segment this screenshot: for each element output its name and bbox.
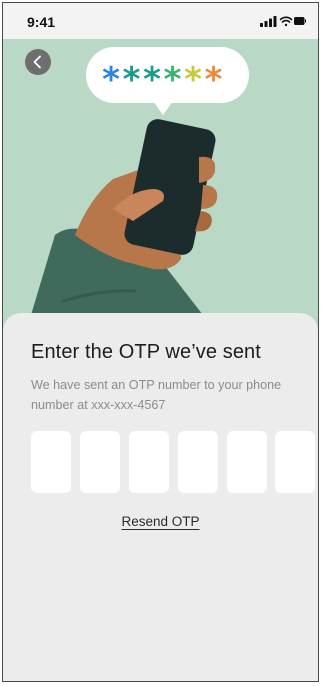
otp-digit-2[interactable] bbox=[80, 431, 120, 493]
hand-holding-phone-illustration: * * * * * * bbox=[31, 47, 249, 315]
signal-icon bbox=[260, 16, 277, 27]
status-icons bbox=[260, 16, 306, 27]
asterisk-3: * bbox=[143, 60, 161, 100]
otp-bottom-sheet: Enter the OTP we’ve sent We have sent an… bbox=[3, 313, 318, 681]
wifi-icon bbox=[279, 16, 293, 27]
status-bar: 9:41 bbox=[3, 3, 318, 39]
asterisk-1: * bbox=[102, 60, 120, 100]
otp-digit-6[interactable] bbox=[275, 431, 315, 493]
resend-otp-link[interactable]: Resend OTP bbox=[121, 514, 199, 529]
phone-screen: 9:41 * * * * * * Enter the OTP we’ve sen… bbox=[2, 2, 319, 682]
resend-container: Resend OTP bbox=[3, 513, 318, 531]
asterisk-2: * bbox=[123, 60, 141, 100]
otp-instructions: We have sent an OTP number to your phone… bbox=[31, 378, 282, 412]
otp-digit-1[interactable] bbox=[31, 431, 71, 493]
asterisk-5: * bbox=[184, 60, 202, 100]
otp-digit-4[interactable] bbox=[178, 431, 218, 493]
battery-icon bbox=[294, 17, 306, 25]
asterisk-6: * bbox=[205, 60, 223, 100]
status-time: 9:41 bbox=[27, 14, 56, 30]
otp-digit-3[interactable] bbox=[129, 431, 169, 493]
otp-input-group bbox=[31, 431, 318, 493]
asterisk-4: * bbox=[164, 60, 182, 100]
page-title: Enter the OTP we’ve sent bbox=[31, 341, 261, 363]
otp-digit-5[interactable] bbox=[227, 431, 267, 493]
